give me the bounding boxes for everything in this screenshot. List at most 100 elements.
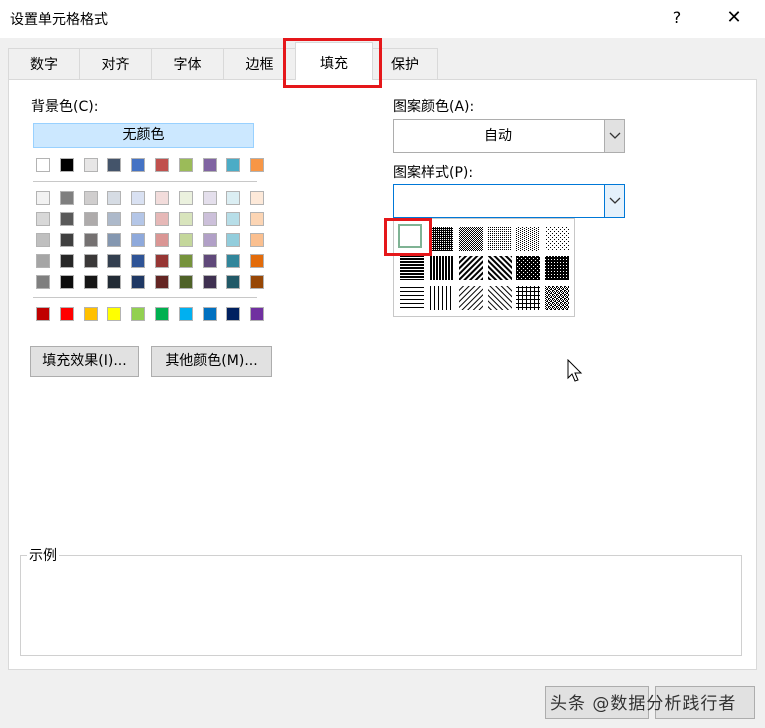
color-swatch[interactable] bbox=[36, 254, 50, 268]
color-swatch[interactable] bbox=[226, 275, 240, 289]
standard-color-swatch[interactable] bbox=[226, 307, 240, 321]
dropdown-arrow-button[interactable] bbox=[604, 120, 624, 152]
standard-color-swatch[interactable] bbox=[36, 307, 50, 321]
color-swatch[interactable] bbox=[60, 158, 74, 172]
color-swatch[interactable] bbox=[36, 275, 50, 289]
color-swatch[interactable] bbox=[203, 191, 217, 205]
pattern-style-label: 图案样式(P): bbox=[393, 165, 474, 181]
color-swatch[interactable] bbox=[84, 191, 98, 205]
color-swatch[interactable] bbox=[155, 254, 169, 268]
example-label: 示例 bbox=[27, 545, 59, 565]
color-swatch[interactable] bbox=[203, 212, 217, 226]
standard-color-swatch[interactable] bbox=[84, 307, 98, 321]
tab-fill[interactable]: 填充 bbox=[295, 42, 373, 80]
dropdown-arrow-button[interactable] bbox=[604, 185, 624, 217]
color-swatch[interactable] bbox=[155, 233, 169, 247]
color-swatch[interactable] bbox=[131, 212, 145, 226]
color-swatch[interactable] bbox=[107, 212, 121, 226]
color-swatch[interactable] bbox=[203, 158, 217, 172]
standard-color-swatch[interactable] bbox=[203, 307, 217, 321]
dialog-title: 设置单元格格式 bbox=[10, 12, 108, 28]
color-swatch[interactable] bbox=[107, 158, 121, 172]
color-swatch[interactable] bbox=[84, 254, 98, 268]
color-swatch[interactable] bbox=[107, 191, 121, 205]
color-swatch[interactable] bbox=[60, 275, 74, 289]
example-preview-box bbox=[20, 555, 742, 656]
color-swatch[interactable] bbox=[107, 254, 121, 268]
no-color-button[interactable]: 无颜色 bbox=[33, 123, 254, 148]
standard-color-swatch[interactable] bbox=[131, 307, 145, 321]
color-swatch[interactable] bbox=[107, 275, 121, 289]
color-swatch[interactable] bbox=[36, 212, 50, 226]
color-swatch[interactable] bbox=[203, 254, 217, 268]
pattern-color-value: 自动 bbox=[484, 128, 512, 144]
standard-color-swatch[interactable] bbox=[179, 307, 193, 321]
color-swatch[interactable] bbox=[203, 275, 217, 289]
pattern-style-popup bbox=[393, 218, 575, 317]
watermark: 头条 @数据分析践行者 bbox=[550, 694, 737, 714]
fill-effects-button[interactable]: 填充效果(I)... bbox=[30, 346, 139, 377]
color-swatch[interactable] bbox=[250, 158, 264, 172]
tab-alignment[interactable]: 对齐 bbox=[79, 48, 152, 79]
color-swatch[interactable] bbox=[60, 191, 74, 205]
pattern-color-dropdown[interactable]: 自动 bbox=[393, 119, 625, 153]
color-swatch[interactable] bbox=[226, 254, 240, 268]
color-swatch[interactable] bbox=[250, 275, 264, 289]
standard-color-swatch[interactable] bbox=[155, 307, 169, 321]
color-swatch[interactable] bbox=[250, 191, 264, 205]
color-swatch[interactable] bbox=[226, 212, 240, 226]
color-swatch[interactable] bbox=[179, 233, 193, 247]
palette-divider bbox=[33, 181, 257, 182]
title-bar: 设置单元格格式 ? ✕ bbox=[0, 0, 765, 38]
pattern-swatches bbox=[400, 227, 569, 310]
color-swatch[interactable] bbox=[179, 254, 193, 268]
color-swatch[interactable] bbox=[36, 158, 50, 172]
standard-color-swatch[interactable] bbox=[107, 307, 121, 321]
color-swatch[interactable] bbox=[84, 212, 98, 226]
color-swatch[interactable] bbox=[250, 233, 264, 247]
color-swatch[interactable] bbox=[179, 191, 193, 205]
color-swatch[interactable] bbox=[155, 275, 169, 289]
background-color-label: 背景色(C): bbox=[31, 99, 99, 115]
chevron-down-icon bbox=[609, 197, 621, 204]
color-swatch[interactable] bbox=[155, 212, 169, 226]
color-swatch[interactable] bbox=[131, 233, 145, 247]
color-swatch[interactable] bbox=[60, 233, 74, 247]
tab-font[interactable]: 字体 bbox=[151, 48, 224, 79]
more-colors-button[interactable]: 其他颜色(M)... bbox=[151, 346, 272, 377]
color-swatch[interactable] bbox=[131, 158, 145, 172]
pattern-color-label: 图案颜色(A): bbox=[393, 99, 475, 115]
color-swatch[interactable] bbox=[84, 233, 98, 247]
color-swatch[interactable] bbox=[131, 275, 145, 289]
color-swatch[interactable] bbox=[250, 254, 264, 268]
standard-color-swatch[interactable] bbox=[60, 307, 74, 321]
color-swatch[interactable] bbox=[36, 191, 50, 205]
tab-border[interactable]: 边框 bbox=[223, 48, 296, 79]
color-swatch[interactable] bbox=[131, 191, 145, 205]
tab-number[interactable]: 数字 bbox=[8, 48, 80, 79]
color-swatch[interactable] bbox=[226, 233, 240, 247]
color-swatch[interactable] bbox=[226, 158, 240, 172]
color-swatch[interactable] bbox=[179, 158, 193, 172]
close-button[interactable]: ✕ bbox=[722, 6, 746, 30]
standard-color-swatch[interactable] bbox=[250, 307, 264, 321]
color-swatch[interactable] bbox=[155, 191, 169, 205]
tab-protection[interactable]: 保护 bbox=[372, 48, 438, 79]
color-swatch[interactable] bbox=[36, 233, 50, 247]
color-swatch[interactable] bbox=[107, 233, 121, 247]
color-swatch[interactable] bbox=[84, 275, 98, 289]
color-swatch[interactable] bbox=[60, 254, 74, 268]
color-swatch[interactable] bbox=[226, 191, 240, 205]
color-swatch[interactable] bbox=[155, 158, 169, 172]
mouse-cursor-icon bbox=[567, 359, 583, 382]
color-swatch[interactable] bbox=[179, 275, 193, 289]
color-swatch[interactable] bbox=[131, 254, 145, 268]
chevron-down-icon bbox=[609, 132, 621, 139]
color-swatch[interactable] bbox=[203, 233, 217, 247]
color-swatch[interactable] bbox=[179, 212, 193, 226]
color-swatch[interactable] bbox=[60, 212, 74, 226]
color-swatch[interactable] bbox=[250, 212, 264, 226]
help-button[interactable]: ? bbox=[666, 6, 688, 30]
color-swatch[interactable] bbox=[84, 158, 98, 172]
pattern-style-dropdown[interactable] bbox=[393, 184, 625, 218]
